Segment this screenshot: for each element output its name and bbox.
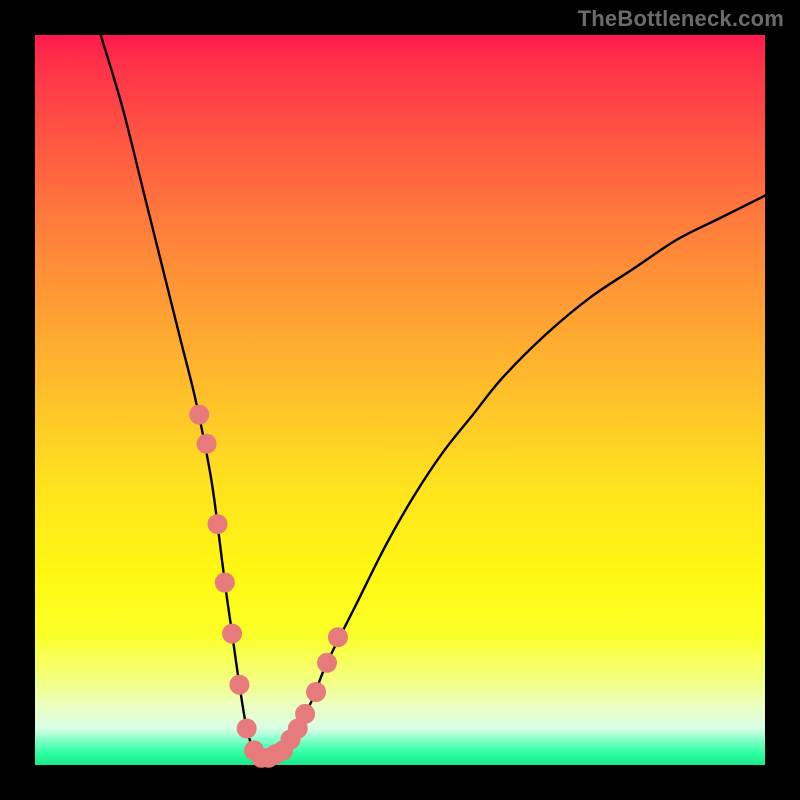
plot-area	[35, 35, 765, 765]
highlight-dot	[197, 434, 217, 454]
highlight-dot	[222, 624, 242, 644]
highlight-dot	[317, 653, 337, 673]
chart-svg	[35, 35, 765, 765]
highlight-dots-left	[189, 405, 264, 761]
highlight-dot	[237, 719, 257, 739]
highlight-dot	[295, 704, 315, 724]
outer-frame: TheBottleneck.com	[0, 0, 800, 800]
highlight-dot	[189, 405, 209, 425]
highlight-dot	[208, 514, 228, 534]
bottleneck-curve	[101, 35, 765, 759]
highlight-dot	[328, 627, 348, 647]
highlight-dot	[306, 682, 326, 702]
watermark-text: TheBottleneck.com	[578, 6, 784, 32]
highlight-dot	[215, 573, 235, 593]
highlight-dot	[229, 675, 249, 695]
